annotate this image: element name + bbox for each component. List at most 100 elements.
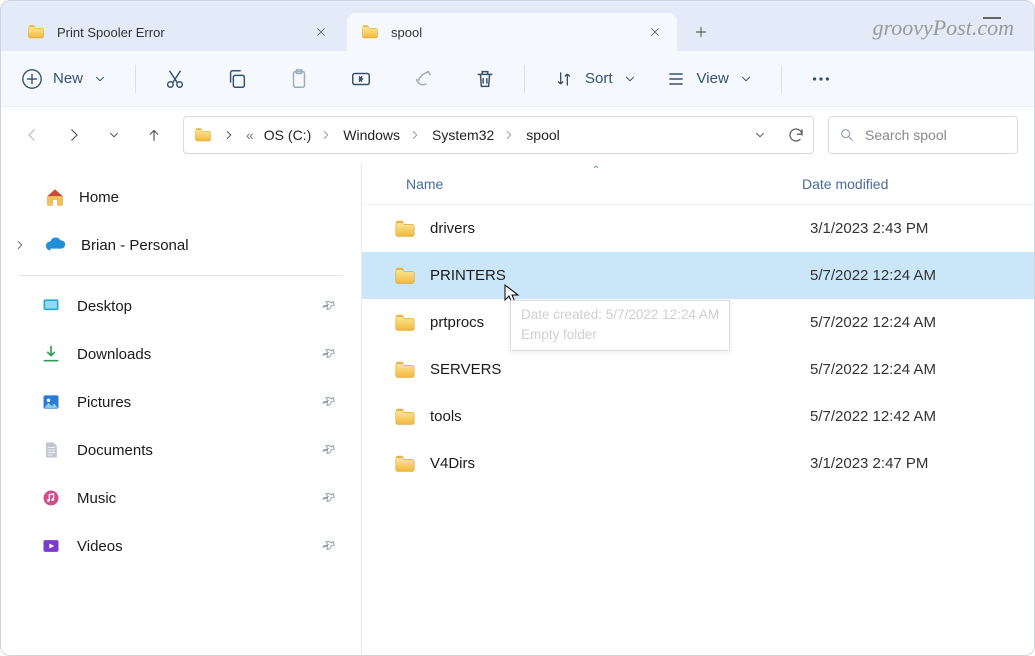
sidebar-quick-desktop[interactable]: Desktop bbox=[1, 282, 361, 330]
file-name: SERVERS bbox=[430, 361, 810, 378]
desktop-icon bbox=[41, 296, 61, 316]
close-icon bbox=[315, 26, 327, 38]
up-button[interactable] bbox=[145, 126, 163, 144]
file-date: 3/1/2023 2:47 PM bbox=[810, 455, 928, 472]
documents-icon bbox=[41, 440, 61, 460]
file-date: 5/7/2022 12:24 AM bbox=[810, 314, 936, 331]
sidebar-item-label: Music bbox=[77, 490, 116, 507]
breadcrumb-seg[interactable]: spool bbox=[526, 127, 559, 143]
paste-button[interactable] bbox=[288, 68, 310, 90]
new-button[interactable]: New bbox=[21, 68, 107, 90]
sidebar-item-label: Downloads bbox=[77, 346, 151, 363]
chevron-right-icon[interactable] bbox=[408, 128, 422, 142]
sidebar-item-label: Brian - Personal bbox=[81, 237, 189, 254]
column-header-date[interactable]: Date modified bbox=[802, 176, 1034, 192]
pictures-icon bbox=[41, 392, 61, 412]
pin-icon bbox=[321, 538, 337, 554]
file-name: PRINTERS bbox=[430, 267, 810, 284]
search-placeholder: Search spool bbox=[865, 127, 947, 143]
sidebar-quick-documents[interactable]: Documents bbox=[1, 426, 361, 474]
folder-icon bbox=[394, 453, 416, 475]
copy-button[interactable] bbox=[226, 68, 248, 90]
back-button[interactable] bbox=[23, 126, 41, 144]
tab-title: Print Spooler Error bbox=[57, 25, 297, 40]
cloud-icon bbox=[45, 234, 67, 256]
sidebar-onedrive[interactable]: Brian - Personal bbox=[1, 221, 361, 269]
separator bbox=[524, 65, 525, 93]
chevron-down-icon bbox=[93, 72, 107, 86]
watermark: groovyPost.com bbox=[872, 5, 1028, 51]
file-list: ⌃ Name Date modified drivers 3/1/2023 2:… bbox=[362, 163, 1034, 655]
pin-icon bbox=[321, 298, 337, 314]
address-bar[interactable]: « OS (C:) Windows System32 spool bbox=[183, 116, 814, 154]
tooltip: Date created: 5/7/2022 12:24 AM Empty fo… bbox=[510, 300, 730, 351]
tab-title: spool bbox=[391, 25, 631, 40]
sidebar-item-label: Desktop bbox=[77, 298, 132, 315]
sort-indicator-icon: ⌃ bbox=[592, 165, 600, 176]
address-bar-row: « OS (C:) Windows System32 spool Search … bbox=[1, 107, 1034, 163]
folder-icon bbox=[194, 126, 212, 144]
sort-label: Sort bbox=[585, 70, 613, 87]
new-tab-button[interactable] bbox=[681, 13, 721, 51]
chevron-down-icon[interactable] bbox=[753, 128, 767, 142]
breadcrumb-seg[interactable]: System32 bbox=[432, 127, 516, 143]
pin-icon bbox=[321, 394, 337, 410]
minimize-icon[interactable] bbox=[979, 8, 1019, 28]
sidebar-quick-music[interactable]: Music bbox=[1, 474, 361, 522]
sidebar-item-label: Videos bbox=[77, 538, 123, 555]
sidebar-item-label: Documents bbox=[77, 442, 153, 459]
recent-button[interactable] bbox=[107, 128, 121, 142]
chevron-right-icon[interactable] bbox=[222, 128, 236, 142]
tab-close-button[interactable] bbox=[309, 20, 333, 44]
share-button[interactable] bbox=[412, 68, 434, 90]
file-name: drivers bbox=[430, 220, 810, 237]
sidebar-quick-downloads[interactable]: Downloads bbox=[1, 330, 361, 378]
pin-icon bbox=[321, 442, 337, 458]
tab-0[interactable]: Print Spooler Error bbox=[13, 13, 343, 51]
sidebar-quick-videos[interactable]: Videos bbox=[1, 522, 361, 570]
sort-icon bbox=[553, 68, 575, 90]
expand-caret[interactable] bbox=[11, 236, 29, 254]
file-name: V4Dirs bbox=[430, 455, 810, 472]
breadcrumb-root[interactable]: OS (C:) bbox=[264, 127, 333, 143]
column-header-name[interactable]: Name bbox=[362, 176, 802, 192]
videos-icon bbox=[41, 536, 61, 556]
plus-icon bbox=[694, 25, 708, 39]
downloads-icon bbox=[41, 344, 61, 364]
nav-arrows bbox=[17, 126, 169, 144]
folder-icon bbox=[394, 265, 416, 287]
title-bar: Print Spooler Error spool groovyPost.com bbox=[1, 1, 1034, 51]
sidebar-item-label: Home bbox=[79, 189, 119, 206]
file-row[interactable]: V4Dirs 3/1/2023 2:47 PM bbox=[362, 440, 1034, 487]
sort-button[interactable]: Sort bbox=[553, 68, 637, 90]
folder-icon bbox=[27, 23, 45, 41]
chevron-right-icon[interactable] bbox=[319, 128, 333, 142]
breadcrumb-seg[interactable]: Windows bbox=[343, 127, 422, 143]
more-button[interactable] bbox=[810, 68, 832, 90]
view-button[interactable]: View bbox=[665, 68, 753, 90]
rename-button[interactable] bbox=[350, 68, 372, 90]
chevron-right-icon[interactable] bbox=[502, 128, 516, 142]
close-icon bbox=[649, 26, 661, 38]
column-headers: ⌃ Name Date modified bbox=[362, 163, 1034, 205]
cut-button[interactable] bbox=[164, 68, 186, 90]
search-box[interactable]: Search spool bbox=[828, 116, 1018, 154]
delete-button[interactable] bbox=[474, 68, 496, 90]
view-label: View bbox=[697, 70, 729, 87]
separator bbox=[135, 65, 136, 93]
sidebar-quick-pictures[interactable]: Pictures bbox=[1, 378, 361, 426]
forward-button[interactable] bbox=[65, 126, 83, 144]
tab-close-button[interactable] bbox=[643, 20, 667, 44]
sidebar-home[interactable]: Home bbox=[1, 173, 361, 221]
refresh-button[interactable] bbox=[787, 126, 805, 144]
file-row[interactable]: drivers 3/1/2023 2:43 PM bbox=[362, 205, 1034, 252]
file-date: 5/7/2022 12:42 AM bbox=[810, 408, 936, 425]
file-row[interactable]: PRINTERS 5/7/2022 12:24 AM Date created:… bbox=[362, 252, 1034, 299]
tab-1[interactable]: spool bbox=[347, 13, 677, 51]
file-row[interactable]: tools 5/7/2022 12:42 AM bbox=[362, 393, 1034, 440]
new-label: New bbox=[53, 70, 83, 87]
file-date: 3/1/2023 2:43 PM bbox=[810, 220, 928, 237]
folder-icon bbox=[394, 312, 416, 334]
pin-icon bbox=[321, 346, 337, 362]
file-row[interactable]: SERVERS 5/7/2022 12:24 AM bbox=[362, 346, 1034, 393]
